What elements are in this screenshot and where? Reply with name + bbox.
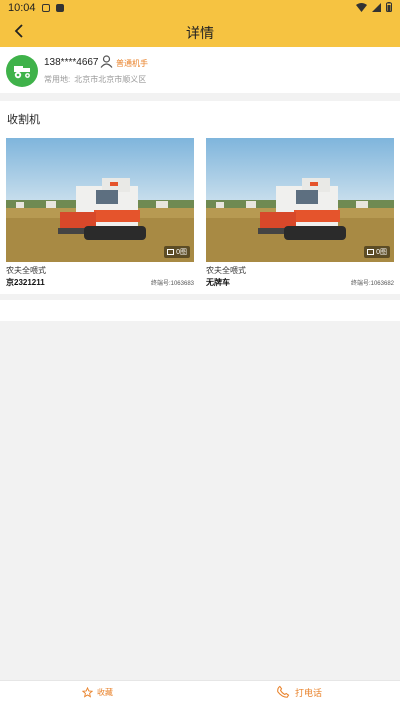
battery-icon	[386, 2, 392, 12]
terminal-number: 终端号:1063683	[150, 281, 194, 287]
image-icon	[167, 249, 175, 255]
bottom-action-bar: 收藏 打电话	[0, 680, 400, 711]
favorite-label: 收藏	[97, 688, 113, 697]
image-icon	[367, 249, 375, 255]
tractor-icon	[14, 66, 30, 79]
avatar	[6, 55, 38, 87]
section-title: 收割机	[7, 114, 40, 126]
harvester-photo	[6, 138, 194, 262]
user-card: 138****4667 普通机手 常用地: 北京市北京市顺义区	[0, 47, 400, 93]
star-icon	[82, 687, 93, 698]
app-bar: 详情	[0, 16, 400, 47]
machine-brand: 农夫全喂式	[6, 266, 46, 275]
photo-count: 0图	[164, 246, 190, 258]
role-badge: 普通机手	[116, 59, 148, 68]
machine-card[interactable]: 0图 农夫全喂式 无牌车 终端号:1063682	[206, 138, 394, 288]
photo-count: 0图	[364, 246, 390, 258]
terminal-number: 终端号:1063682	[350, 281, 394, 287]
harvester-section: 收割机 0图 农夫全喂式 京2321211 终端号:1063683 0图 农夫全…	[0, 101, 400, 294]
wifi-icon	[356, 2, 367, 12]
signal-icon	[372, 2, 381, 12]
status-bar: 10:04	[0, 0, 400, 16]
machine-plate: 无牌车	[206, 278, 230, 287]
section-spacer	[0, 300, 400, 321]
status-time: 10:04	[8, 2, 36, 14]
location-label: 常用地:	[44, 75, 71, 84]
location-row: 常用地: 北京市北京市顺义区	[44, 74, 146, 85]
machine-plate: 京2321211	[6, 278, 45, 287]
page-title: 详情	[186, 25, 214, 41]
app-notification-icon	[55, 4, 64, 12]
call-label: 打电话	[295, 687, 323, 698]
notification-icon	[41, 4, 50, 12]
location-value: 北京市北京市顺义区	[74, 75, 147, 84]
status-icons	[356, 2, 392, 12]
machine-card[interactable]: 0图 农夫全喂式 京2321211 终端号:1063683	[6, 138, 194, 288]
user-phone: 138****4667	[44, 57, 99, 68]
machine-image[interactable]: 0图	[6, 138, 194, 262]
user-icon	[100, 55, 113, 68]
machine-image[interactable]: 0图	[206, 138, 394, 262]
phone-icon	[277, 685, 290, 698]
call-button[interactable]: 打电话	[276, 685, 322, 699]
machine-brand: 农夫全喂式	[206, 266, 246, 275]
favorite-button[interactable]: 收藏	[82, 687, 113, 698]
harvester-photo	[206, 138, 394, 262]
